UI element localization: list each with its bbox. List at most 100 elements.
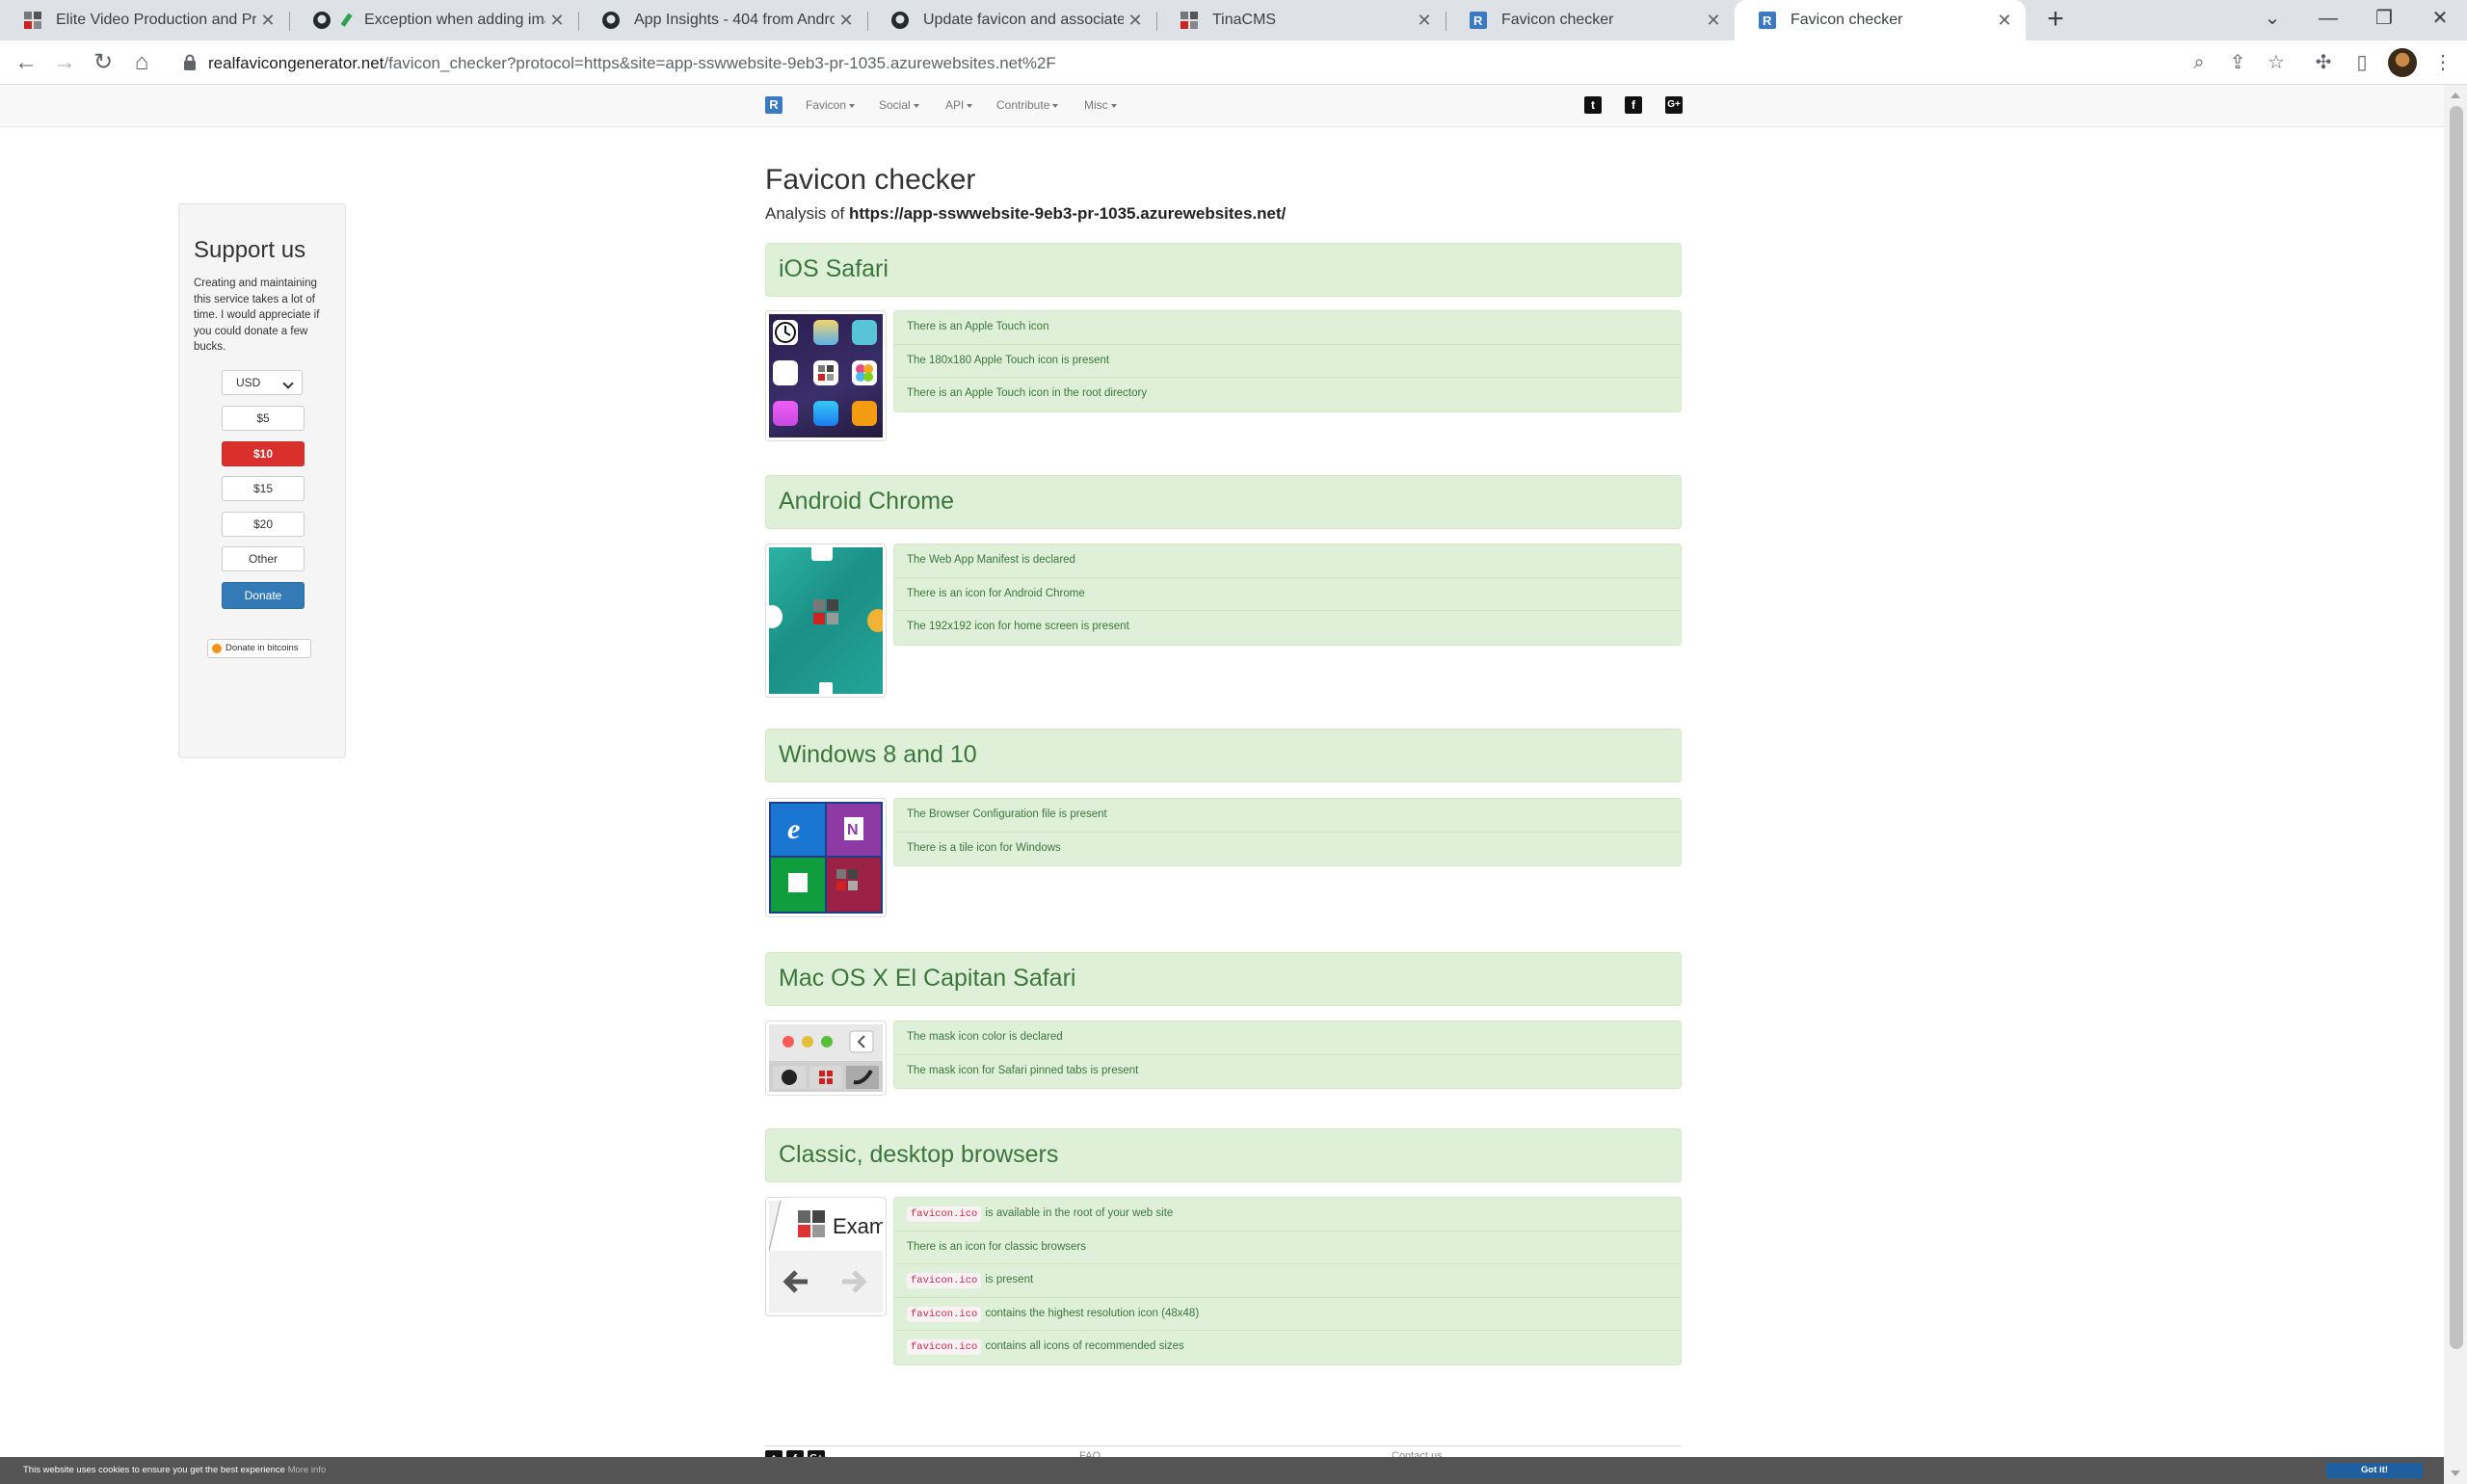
section-heading: Mac OS X El Capitan Safari bbox=[779, 965, 1076, 992]
cookie-message: This website uses cookies to ensure you … bbox=[23, 1465, 326, 1475]
tab-search-icon[interactable]: ⌄ bbox=[2245, 0, 2299, 40]
close-icon[interactable]: ✕ bbox=[1124, 11, 1147, 31]
scrollbar-thumb[interactable] bbox=[2450, 106, 2463, 1349]
nav-label: Favicon bbox=[806, 98, 847, 112]
caret-down-icon bbox=[1052, 103, 1059, 108]
check-item: There is an Apple Touch icon bbox=[894, 311, 1681, 345]
currency-select[interactable]: USD bbox=[222, 370, 303, 395]
nav-contribute[interactable]: Contribute bbox=[996, 98, 1059, 112]
ssw-tile bbox=[827, 858, 881, 912]
tab-6[interactable]: R Favicon checker ✕ bbox=[1735, 0, 2026, 40]
check-item: The mask icon for Safari pinned tabs is … bbox=[907, 1064, 1139, 1076]
desktop-preview: Exam bbox=[765, 1197, 887, 1316]
caret-down-icon bbox=[967, 103, 973, 108]
amount-5-button[interactable]: $5 bbox=[222, 406, 305, 431]
tab-1[interactable]: Exception when adding imag ✕ bbox=[289, 0, 578, 40]
back-button[interactable]: ← bbox=[12, 48, 40, 77]
tab-title: Exception when adding imag bbox=[364, 12, 545, 28]
close-icon[interactable]: ✕ bbox=[835, 11, 858, 31]
check-item: The Web App Manifest is declared bbox=[894, 544, 1681, 578]
site-logo[interactable]: R bbox=[765, 96, 783, 114]
scroll-up-icon[interactable] bbox=[2451, 93, 2460, 98]
share-icon[interactable]: ⇪ bbox=[2223, 48, 2252, 77]
tab-2[interactable]: App Insights - 404 from Android ✕ bbox=[578, 0, 867, 40]
new-tab-button[interactable]: + bbox=[2039, 4, 2072, 37]
check-item: The mask icon color is declared bbox=[894, 1021, 1681, 1055]
close-icon[interactable]: ✕ bbox=[256, 11, 279, 31]
android-preview bbox=[765, 543, 887, 698]
close-window-button[interactable]: ✕ bbox=[2413, 0, 2467, 40]
amount-15-button[interactable]: $15 bbox=[222, 476, 305, 501]
check-item: The Browser Configuration file is presen… bbox=[894, 799, 1681, 833]
donate-button[interactable]: Donate bbox=[222, 582, 305, 609]
tab-5[interactable]: R Favicon checker ✕ bbox=[1446, 0, 1735, 40]
windows-checks: The Browser Configuration file is presen… bbox=[893, 798, 1682, 866]
home-button[interactable]: ⌂ bbox=[127, 48, 156, 77]
code-filename: favicon.ico bbox=[907, 1339, 982, 1355]
svg-text:N: N bbox=[847, 822, 859, 838]
ssw-icon bbox=[23, 11, 42, 30]
windows-preview: e N bbox=[765, 798, 887, 917]
zoom-icon[interactable]: ⌕ bbox=[2185, 48, 2214, 77]
nav-api[interactable]: API bbox=[945, 98, 973, 112]
nav-social[interactable]: Social bbox=[879, 98, 919, 112]
nav-label: Social bbox=[879, 98, 911, 112]
extensions-icon[interactable]: ✣ bbox=[2309, 48, 2338, 77]
donate-bitcoin-button[interactable]: Donate in bitcoins bbox=[207, 639, 311, 658]
close-icon[interactable]: ✕ bbox=[545, 11, 569, 31]
support-text: Creating and maintaining this service ta… bbox=[194, 278, 320, 353]
facebook-icon[interactable]: f bbox=[1625, 96, 1642, 114]
page-scrollbar[interactable] bbox=[2444, 85, 2467, 1484]
bookmark-star-icon[interactable]: ☆ bbox=[2262, 48, 2291, 77]
realfavicon-icon: R bbox=[1469, 11, 1488, 30]
close-icon[interactable]: ✕ bbox=[1702, 11, 1725, 31]
forward-button[interactable]: → bbox=[50, 48, 79, 77]
amount-20-button[interactable]: $20 bbox=[222, 512, 305, 537]
caret-down-icon bbox=[849, 103, 856, 108]
page-title: Favicon checker bbox=[765, 164, 976, 196]
minimize-button[interactable]: — bbox=[2301, 0, 2355, 40]
support-title: Support us bbox=[194, 237, 306, 263]
google-plus-icon[interactable]: G+ bbox=[1665, 96, 1683, 114]
nav-label: Contribute bbox=[996, 98, 1050, 112]
cookie-banner: This website uses cookies to ensure you … bbox=[0, 1457, 2444, 1484]
more-info-link[interactable]: More info bbox=[288, 1465, 327, 1475]
onenote-tile: N bbox=[827, 804, 881, 856]
scroll-down-icon[interactable] bbox=[2451, 1471, 2460, 1476]
menu-icon[interactable]: ⋮ bbox=[2428, 48, 2457, 77]
web-page: R Favicon Social API Contribute Misc t f… bbox=[0, 85, 2444, 1484]
tab-0[interactable]: Elite Video Production and Prom ✕ bbox=[0, 0, 289, 40]
section-macos-safari: Mac OS X El Capitan Safari bbox=[765, 952, 1682, 1006]
nav-misc[interactable]: Misc bbox=[1084, 98, 1117, 112]
restore-button[interactable]: ❐ bbox=[2357, 0, 2411, 40]
got-it-button[interactable]: Got it! bbox=[2326, 1463, 2423, 1478]
side-panel-icon[interactable]: ▯ bbox=[2348, 48, 2376, 77]
amount-10-button[interactable]: $10 bbox=[222, 441, 305, 466]
realfavicon-icon: R bbox=[1758, 11, 1777, 30]
address-bar[interactable]: realfavicongenerator.net/favicon_checker… bbox=[170, 45, 2290, 80]
svg-text:e: e bbox=[787, 813, 800, 845]
check-item: There is an icon for Android Chrome bbox=[894, 578, 1681, 611]
profile-avatar[interactable] bbox=[2388, 48, 2417, 77]
macos-preview bbox=[765, 1020, 887, 1096]
close-icon[interactable]: ✕ bbox=[1413, 11, 1436, 31]
code-filename: favicon.ico bbox=[907, 1206, 982, 1222]
nav-favicon[interactable]: Favicon bbox=[806, 98, 856, 112]
twitter-icon[interactable]: t bbox=[1584, 96, 1602, 114]
tab-4[interactable]: TinaCMS ✕ bbox=[1156, 0, 1446, 40]
check-text: is present bbox=[985, 1274, 1034, 1285]
check-item: favicon.ico is available in the root of y… bbox=[894, 1198, 1681, 1232]
close-icon[interactable]: ✕ bbox=[1993, 11, 2016, 31]
nav-label: API bbox=[945, 98, 965, 112]
check-item: The 180x180 Apple Touch icon is present bbox=[894, 345, 1681, 378]
reload-button[interactable]: ↻ bbox=[89, 48, 118, 77]
github-icon bbox=[890, 11, 910, 30]
github-icon bbox=[601, 11, 621, 30]
tab-3[interactable]: Update favicon and associated fil ✕ bbox=[867, 0, 1156, 40]
section-desktop: Classic, desktop browsers bbox=[765, 1128, 1682, 1182]
url-path: /favicon_checker?protocol=https&site=app… bbox=[384, 54, 1056, 72]
amount-other-button[interactable]: Other bbox=[222, 546, 305, 571]
support-panel: Support us Creating and maintaining this… bbox=[178, 203, 346, 758]
desktop-checks: favicon.ico is available in the root of y… bbox=[893, 1197, 1682, 1365]
check-text: contains all icons of recommended sizes bbox=[985, 1340, 1184, 1352]
